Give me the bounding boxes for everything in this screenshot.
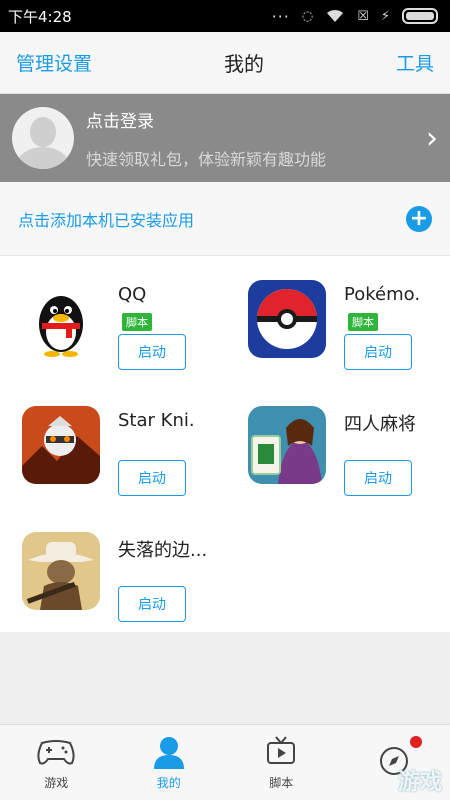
cowboy-icon bbox=[22, 532, 100, 610]
tab-games[interactable]: 游戏 bbox=[0, 725, 113, 800]
user-icon bbox=[152, 734, 186, 770]
mahjong-icon bbox=[248, 406, 326, 484]
watermark-logo: 游戏 bbox=[397, 770, 442, 795]
wifi-icon bbox=[327, 9, 344, 22]
pokeball-icon bbox=[248, 280, 326, 358]
chevron-right-icon: › bbox=[426, 120, 438, 156]
launch-button[interactable]: 启动 bbox=[118, 460, 186, 496]
notification-dots: ··· bbox=[271, 6, 290, 26]
add-apps-label: 点击添加本机已安装应用 bbox=[18, 210, 195, 230]
app-name: Pokémo. bbox=[344, 284, 421, 305]
tab-label: 游戏 bbox=[44, 776, 69, 790]
app-item-lost-frontier: 失落的边... 启动 bbox=[22, 532, 232, 642]
app-name: QQ bbox=[118, 284, 147, 305]
app-grid: QQ 脚本 启动 Pokémo. 脚本 启动 Star Kni. 启动 四人麻将… bbox=[0, 256, 450, 632]
bottom-tab-bar: 游戏 我的 脚本 bbox=[0, 724, 450, 800]
nav-bar: 管理设置 我的 工具 bbox=[0, 32, 450, 94]
battery-icon bbox=[402, 8, 438, 24]
app-item-star-knight: Star Kni. 启动 bbox=[22, 406, 232, 516]
login-subtitle: 快速领取礼包，体验新颖有趣功能 bbox=[86, 149, 327, 169]
status-bar: 下午4:28 ··· ◌ ☒ ⚡ bbox=[0, 0, 450, 32]
login-banner[interactable]: 点击登录 快速领取礼包，体验新颖有趣功能 › bbox=[0, 94, 450, 182]
app-item-pokemon: Pokémo. 脚本 启动 bbox=[248, 280, 450, 390]
gamepad-icon bbox=[36, 734, 76, 770]
script-badge: 脚本 bbox=[122, 313, 152, 331]
status-time: 下午4:28 bbox=[8, 7, 72, 26]
app-item-mahjong: 四人麻将 启动 bbox=[248, 406, 450, 516]
tab-scripts[interactable]: 脚本 bbox=[225, 725, 338, 800]
launch-button[interactable]: 启动 bbox=[344, 460, 412, 496]
app-name: 失落的边... bbox=[118, 540, 208, 561]
qq-penguin-icon bbox=[22, 280, 100, 358]
launch-button[interactable]: 启动 bbox=[118, 334, 186, 370]
page-title: 我的 bbox=[224, 52, 264, 76]
tab-mine[interactable]: 我的 bbox=[113, 725, 226, 800]
app-name: 四人麻将 bbox=[344, 414, 416, 435]
status-icons: ··· ◌ ☒ ⚡ bbox=[272, 7, 438, 26]
login-title: 点击登录 bbox=[86, 111, 154, 132]
add-installed-apps-row[interactable]: 点击添加本机已安装应用 + bbox=[0, 182, 450, 256]
tab-label: 脚本 bbox=[269, 776, 294, 790]
star-knight-icon bbox=[22, 406, 100, 484]
launch-button[interactable]: 启动 bbox=[344, 334, 412, 370]
tools-button[interactable]: 工具 bbox=[396, 49, 434, 76]
charging-icon: ⚡ bbox=[380, 8, 390, 24]
sim-off-icon: ☒ bbox=[357, 8, 369, 24]
script-badge: 脚本 bbox=[348, 313, 378, 331]
plus-icon[interactable]: + bbox=[406, 205, 432, 232]
app-name: Star Kni. bbox=[118, 410, 195, 431]
app-item-qq: QQ 脚本 启动 bbox=[22, 280, 232, 390]
launch-button[interactable]: 启动 bbox=[118, 586, 186, 622]
sync-icon: ◌ bbox=[301, 8, 314, 24]
tv-script-icon bbox=[264, 734, 298, 770]
manage-settings-button[interactable]: 管理设置 bbox=[16, 49, 92, 76]
avatar bbox=[12, 107, 74, 169]
tab-label: 我的 bbox=[156, 776, 181, 790]
notification-dot bbox=[410, 736, 422, 748]
